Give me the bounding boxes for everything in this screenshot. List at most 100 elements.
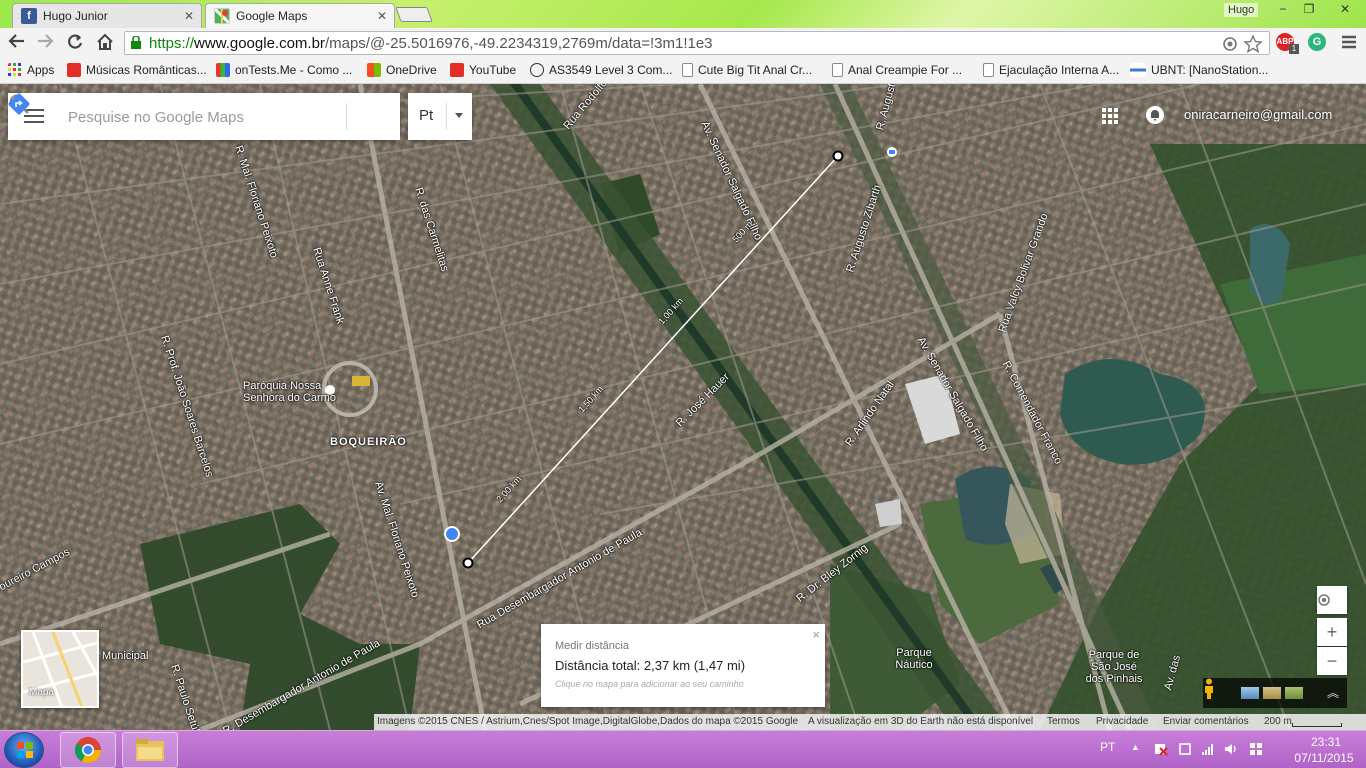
maximize-button[interactable]: ❐ xyxy=(1296,0,1322,18)
minimize-button[interactable]: − xyxy=(1270,0,1296,18)
page-icon xyxy=(682,63,693,77)
action-center-icon[interactable] xyxy=(1154,742,1168,756)
map-label-park[interactable]: Parque de São José dos Pinhais xyxy=(1084,649,1144,685)
device-icon[interactable] xyxy=(1178,742,1192,756)
close-icon[interactable]: × xyxy=(812,627,820,642)
location-target-icon[interactable] xyxy=(1221,35,1239,53)
taskbar-file-explorer[interactable] xyxy=(122,732,178,768)
volume-icon[interactable] xyxy=(1224,742,1238,756)
notifications-bell-icon[interactable] xyxy=(1146,106,1164,124)
map-label-park: Municipal xyxy=(102,650,149,662)
bookmark-item[interactable]: UBNT: [NanoStation... xyxy=(1130,63,1268,77)
language-indicator[interactable]: PT xyxy=(1100,740,1115,754)
directions-icon[interactable] xyxy=(8,93,30,115)
hamburger-menu-icon xyxy=(1342,35,1356,49)
windows-logo-icon xyxy=(17,742,33,758)
map-footer: Imagens ©2015 CNES / Astrium,Cnes/Spot I… xyxy=(374,714,1366,730)
chrome-icon xyxy=(74,737,102,764)
close-window-button[interactable]: ✕ xyxy=(1326,0,1364,18)
measure-distance-card: Medir distância Distância total: 2,37 km… xyxy=(541,624,825,707)
bookmark-item[interactable]: YouTube xyxy=(450,63,516,77)
bookmark-item[interactable]: Anal Creampie For ... xyxy=(832,63,962,77)
clock-time[interactable]: 23:31 xyxy=(1296,735,1356,749)
tab-google-maps[interactable]: Google Maps ✕ xyxy=(205,3,395,28)
new-tab-button[interactable] xyxy=(395,7,433,22)
back-button[interactable] xyxy=(6,33,28,53)
map-label-poi[interactable]: Paróquia Nossa xyxy=(243,380,321,392)
show-hidden-icons[interactable]: ▲ xyxy=(1131,742,1145,756)
clock-date[interactable]: 07/11/2015 xyxy=(1288,751,1360,765)
profile-name[interactable]: Hugo xyxy=(1224,3,1259,17)
windows-icon xyxy=(367,63,381,77)
file-explorer-icon xyxy=(136,739,164,761)
browser-toolbar: https://www.google.com.br/maps/@-25.5016… xyxy=(0,28,1366,58)
bookmark-item[interactable]: OneDrive xyxy=(367,63,437,77)
attribution-text: Imagens ©2015 CNES / Astrium,Cnes/Spot I… xyxy=(377,716,799,727)
abp-badge: 1 xyxy=(1289,44,1299,54)
bookmark-apps[interactable]: Apps xyxy=(8,63,54,77)
chevron-up-icon[interactable]: ︽ xyxy=(1327,684,1339,701)
imagery-thumbnail[interactable] xyxy=(1285,687,1303,699)
divider xyxy=(346,103,347,130)
flag-icon[interactable] xyxy=(1249,742,1263,756)
map-label-district: BOQUEIRÃO xyxy=(330,436,407,448)
map-label-park[interactable]: Parque Náutico xyxy=(894,647,934,671)
bookmark-item[interactable]: Músicas Românticas... xyxy=(67,63,207,77)
scale-label[interactable]: 200 m xyxy=(1264,716,1292,727)
imagery-thumbnail[interactable] xyxy=(1263,687,1281,699)
pegman-icon[interactable] xyxy=(1203,678,1215,700)
google-apps-icon[interactable] xyxy=(1102,108,1118,124)
tab-label: Hugo Junior xyxy=(43,9,108,23)
arrow-right-icon xyxy=(38,34,54,48)
measure-title: Medir distância xyxy=(555,640,629,652)
maps-search-box xyxy=(8,93,400,140)
bookmark-item[interactable]: Cute Big Tit Anal Cr... xyxy=(682,63,812,77)
network-signal-icon[interactable] xyxy=(1201,742,1215,756)
chart-icon xyxy=(216,63,230,77)
tab-facebook[interactable]: f Hugo Junior ✕ xyxy=(12,3,202,28)
forward-button[interactable] xyxy=(34,33,56,53)
bookmark-star-icon[interactable] xyxy=(1243,34,1263,54)
tab-label: Google Maps xyxy=(236,9,308,23)
arrow-left-icon xyxy=(8,34,24,48)
youtube-icon xyxy=(67,63,81,77)
zoom-in-button[interactable]: + xyxy=(1317,618,1347,646)
language-selector[interactable]: Pt xyxy=(408,93,472,140)
page-icon xyxy=(983,63,994,77)
satellite-map[interactable]: Paróquia Nossa Senhora do Carmo BOQUEIRÃ… xyxy=(0,84,1366,730)
earth-notice: A visualização em 3D do Earth não está d… xyxy=(808,716,1034,727)
bookmarks-bar: Apps Músicas Românticas... onTests.Me - … xyxy=(0,58,1366,84)
zoom-out-button[interactable]: − xyxy=(1317,647,1347,675)
measure-hint: Clique no mapa para adicionar ao seu cam… xyxy=(555,679,744,689)
close-tab-icon[interactable]: ✕ xyxy=(184,9,194,23)
imagery-strip: ︽ xyxy=(1203,678,1347,708)
facebook-icon: f xyxy=(21,8,37,24)
search-input[interactable] xyxy=(68,105,298,129)
bookmark-item[interactable]: Ejaculação Interna A... xyxy=(983,63,1119,77)
privacy-link[interactable]: Privacidade xyxy=(1096,716,1148,727)
chrome-menu-button[interactable] xyxy=(1340,34,1358,50)
grammarly-icon[interactable]: G xyxy=(1308,33,1326,51)
home-icon xyxy=(97,33,113,50)
terms-link[interactable]: Termos xyxy=(1047,716,1080,727)
close-tab-icon[interactable]: ✕ xyxy=(377,9,387,23)
taskbar-chrome[interactable] xyxy=(60,732,116,768)
start-button[interactable] xyxy=(4,732,44,768)
reload-icon xyxy=(68,34,83,49)
bookmark-item[interactable]: AS3549 Level 3 Com... xyxy=(530,63,672,77)
feedback-link[interactable]: Enviar comentários xyxy=(1163,716,1249,727)
globe-icon xyxy=(530,63,544,77)
home-button[interactable] xyxy=(94,33,116,53)
address-bar[interactable]: https://www.google.com.br/maps/@-25.5016… xyxy=(124,31,1270,55)
apps-grid-icon xyxy=(8,63,21,76)
map-label-poi[interactable]: Senhora do Carmo xyxy=(243,392,336,404)
account-email[interactable]: oniracarneiro@gmail.com xyxy=(1184,107,1332,122)
imagery-thumbnail[interactable] xyxy=(1241,687,1259,699)
bookmark-item[interactable]: onTests.Me - Como ... xyxy=(216,63,352,77)
my-location-button[interactable] xyxy=(1317,586,1347,614)
minimap-label: Mapa xyxy=(29,687,55,698)
reload-button[interactable] xyxy=(64,33,86,53)
map-type-toggle[interactable]: Mapa xyxy=(21,630,99,708)
measure-total-distance: Distância total: 2,37 km (1,47 mi) xyxy=(555,658,746,673)
my-location-icon xyxy=(1318,594,1330,606)
